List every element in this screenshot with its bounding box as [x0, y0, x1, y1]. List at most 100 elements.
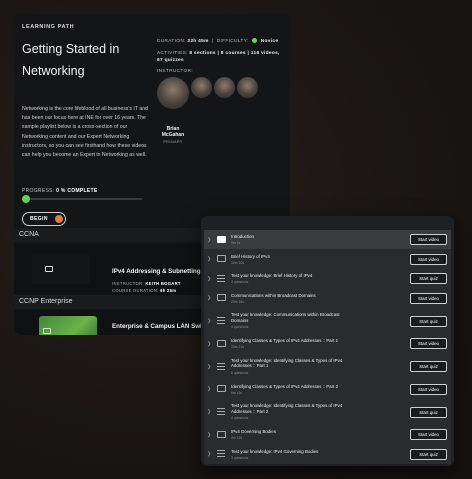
chevron-right-icon[interactable]: ❯: [207, 451, 211, 457]
quiz-list-item[interactable]: ❯ Test your knowledge: Communications wit…: [204, 308, 451, 334]
chevron-right-icon[interactable]: ❯: [207, 256, 211, 262]
start-video-button[interactable]: Start video: [410, 429, 447, 441]
chevron-right-icon[interactable]: ❯: [207, 276, 211, 282]
quiz-icon: [217, 317, 225, 325]
course-duration-label: COURSE DURATION:: [112, 288, 159, 293]
video-icon: [217, 385, 226, 393]
video-icon: [43, 328, 51, 334]
video-list-item[interactable]: ❯ Introduction 9m 1s Start video: [204, 230, 451, 250]
begin-label: BEGIN: [30, 216, 48, 222]
start-video-button[interactable]: Start video: [410, 253, 447, 265]
quiz-list-item[interactable]: ❯ Test your knowledge: Brief History of I…: [204, 269, 451, 289]
item-subtitle: 6 questions: [231, 370, 249, 375]
quiz-icon: [217, 362, 225, 371]
instructor-name: Brian McGahan: [161, 126, 185, 138]
start-video-button[interactable]: Start video: [410, 292, 447, 304]
difficulty-label: DIFFICULTY:: [216, 38, 249, 44]
chevron-right-icon[interactable]: ❯: [207, 318, 211, 324]
avatar[interactable]: [191, 77, 212, 98]
start-video-button[interactable]: Start video: [410, 234, 447, 246]
video-icon: [217, 255, 226, 263]
description: Networking is the core lifeblood of all …: [22, 106, 149, 159]
video-list-item[interactable]: ❯ Communications within Broadcast Domains…: [204, 288, 451, 308]
item-title[interactable]: Identifying Classes & Types of IPv4 Addr…: [231, 384, 356, 390]
begin-dot-icon: [55, 215, 63, 223]
begin-button[interactable]: BEGIN: [22, 212, 66, 226]
item-title[interactable]: Test your knowledge: IPv4 Governing Bodi…: [231, 449, 356, 455]
progress-label: PROGRESS: 0 % COMPLETE: [22, 188, 98, 194]
video-list-item[interactable]: ❯ IPv4 Governing Bodies 4m 12s Start video: [204, 425, 451, 445]
quiz-list-item[interactable]: ❯ Test your knowledge: IPv4 Governing Bod…: [204, 444, 451, 464]
course-duration: COURSE DURATION: 6h 25m: [112, 288, 176, 293]
start-quiz-button[interactable]: Start quiz: [410, 273, 447, 285]
video-icon: [45, 266, 53, 272]
item-title[interactable]: Communications within Broadcast Domains: [231, 293, 356, 299]
course-content-window: ❯ Introduction 9m 1s Start video ❯ Brief Hist…: [201, 216, 454, 466]
item-subtitle: 20m 15s: [231, 299, 245, 304]
item-title[interactable]: Test your knowledge: Identifying Classes…: [231, 403, 356, 415]
chevron-right-icon[interactable]: ❯: [207, 409, 211, 415]
activities-label: ACTIVITIES:: [157, 51, 188, 56]
progress-value: 0 % COMPLETE: [56, 188, 98, 194]
item-title[interactable]: Test your knowledge: Brief History of IP…: [231, 273, 356, 279]
item-subtitle: 8m 43s: [231, 390, 243, 395]
video-icon: [217, 294, 226, 302]
avatar[interactable]: [237, 77, 258, 98]
course-instructor-value: KEITH BOGART: [145, 281, 181, 286]
duration-value: 22h 45m: [187, 38, 209, 44]
course-instructor-label: INSTRUCTOR:: [112, 281, 144, 286]
progress-bar: [22, 198, 142, 200]
video-list-item[interactable]: ❯ Brief History of IPv4 16m 10s Start video: [204, 249, 451, 269]
video-icon: [217, 235, 226, 243]
duration-meta: DURATION: 22h 45m | DIFFICULTY: Novice: [157, 38, 279, 44]
item-subtitle: 3 questions: [231, 280, 249, 284]
item-subtitle: 4 questions: [231, 416, 249, 420]
item-subtitle: 3 questions: [231, 455, 249, 460]
activities-meta: ACTIVITIES: 8 sections | 8 courses | 116…: [157, 50, 285, 64]
quiz-list-item[interactable]: ❯ Test your knowledge: Identifying Classe…: [204, 399, 451, 425]
item-title[interactable]: Brief History of IPv4: [231, 254, 356, 260]
item-title[interactable]: IPv4 Governing Bodies: [231, 429, 356, 435]
difficulty-dot-icon: [252, 38, 258, 43]
start-video-button[interactable]: Start video: [410, 338, 447, 350]
start-video-button[interactable]: Start video: [410, 383, 447, 395]
start-quiz-button[interactable]: Start quiz: [410, 448, 447, 460]
chevron-right-icon[interactable]: ❯: [207, 295, 211, 301]
avatar[interactable]: [214, 77, 235, 98]
item-subtitle: 4 questions: [231, 325, 249, 329]
start-quiz-button[interactable]: Start quiz: [410, 406, 447, 418]
course-duration-value: 6h 25m: [160, 288, 177, 293]
quiz-list-item[interactable]: ❯ Test your knowledge: Identifying Classe…: [204, 353, 451, 380]
item-subtitle: 4m 12s: [231, 436, 243, 440]
video-list-item[interactable]: ❯ Identifying Classes & Types of IPv4 Add…: [204, 379, 451, 399]
instructor-role: PRIMARY: [163, 140, 183, 144]
page-title: Getting Started in Networking: [22, 42, 120, 78]
chevron-right-icon[interactable]: ❯: [207, 237, 211, 243]
start-quiz-button[interactable]: Start quiz: [410, 315, 447, 327]
progress-label-text: PROGRESS:: [22, 188, 55, 194]
avatar-primary[interactable]: [157, 77, 189, 109]
item-title[interactable]: Test your knowledge: Identifying Classes…: [231, 358, 356, 370]
difficulty-value: Novice: [260, 38, 279, 44]
chevron-right-icon[interactable]: ❯: [207, 386, 211, 392]
chevron-right-icon[interactable]: ❯: [207, 341, 211, 347]
start-quiz-button[interactable]: Start quiz: [410, 361, 447, 372]
progress-knob: [22, 195, 30, 203]
item-title[interactable]: Test your knowledge: Communications with…: [231, 312, 356, 324]
chevron-right-icon[interactable]: ❯: [207, 364, 211, 370]
course-thumbnail[interactable]: [32, 254, 90, 284]
course-title[interactable]: IPv4 Addressing & Subnetting: [112, 268, 200, 275]
course-title[interactable]: Enterprise & Campus LAN Swi: [112, 323, 202, 330]
content-list: ❯ Introduction 9m 1s Start video ❯ Brief Hist…: [204, 230, 451, 464]
item-subtitle: 24m 21s: [231, 345, 245, 349]
item-title[interactable]: Introduction: [231, 234, 356, 240]
learning-path-label: LEARNING PATH: [22, 24, 75, 30]
item-subtitle: 9m 1s: [231, 241, 241, 245]
item-title[interactable]: Identifying Classes & Types of IPv4 Addr…: [231, 338, 356, 344]
course-thumbnail[interactable]: [39, 316, 97, 335]
video-icon: [217, 430, 226, 438]
video-list-item[interactable]: ❯ Identifying Classes & Types of IPv4 Add…: [204, 334, 451, 354]
instructor-label: INSTRUCTOR:: [157, 69, 193, 74]
item-subtitle: 16m 10s: [231, 260, 245, 265]
chevron-right-icon[interactable]: ❯: [207, 432, 211, 438]
